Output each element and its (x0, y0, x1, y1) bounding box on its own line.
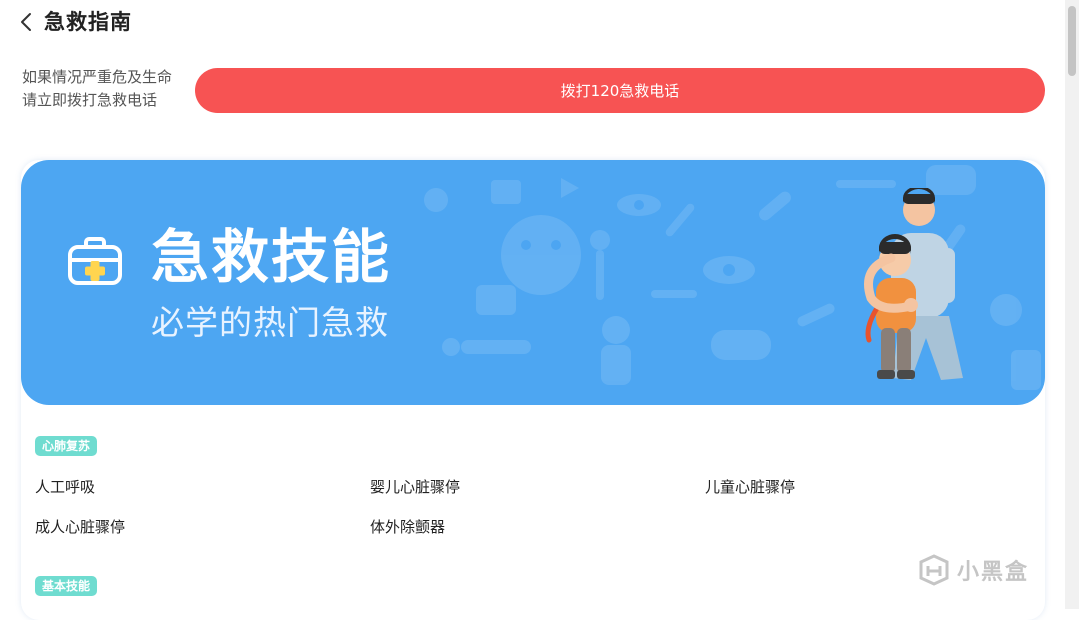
emergency-line-2: 请立即拨打急救电话 (22, 91, 158, 109)
page-title: 急救指南 (44, 10, 132, 34)
list-item[interactable]: 婴儿心脏骤停 (370, 477, 460, 497)
list-item[interactable]: 人工呼吸 (35, 477, 95, 497)
scrollbar-thumb[interactable] (1068, 6, 1076, 76)
call-120-button[interactable]: 拨打120急救电话 (195, 68, 1045, 113)
header-bar: 急救指南 (0, 0, 1065, 46)
banner-subtitle: 必学的热门急救 (151, 303, 389, 342)
emergency-line-1: 如果情况严重危及生命 (22, 68, 173, 86)
heybox-logo-icon (919, 554, 949, 586)
list-item[interactable]: 体外除颤器 (370, 517, 445, 537)
watermark-text: 小黑盒 (957, 560, 1030, 585)
section-tag-cpr: 心肺复苏 (35, 436, 98, 456)
back-arrow-icon[interactable] (17, 11, 37, 33)
heimlich-illustration (864, 188, 963, 380)
watermark: 小黑盒 (917, 554, 1029, 586)
list-item[interactable]: 儿童心脏骤停 (705, 477, 795, 497)
first-aid-kit-icon (68, 237, 122, 285)
emergency-notice: 如果情况严重危及生命 请立即拨打急救电话 (22, 66, 172, 112)
first-aid-banner[interactable]: 急救技能 必学的热门急救 (21, 160, 1045, 405)
list-item[interactable]: 成人心脏骤停 (35, 517, 125, 537)
scrollbar[interactable] (1065, 0, 1079, 609)
section-tag-basic-skills: 基本技能 (35, 576, 98, 596)
banner-title: 急救技能 (151, 223, 392, 291)
